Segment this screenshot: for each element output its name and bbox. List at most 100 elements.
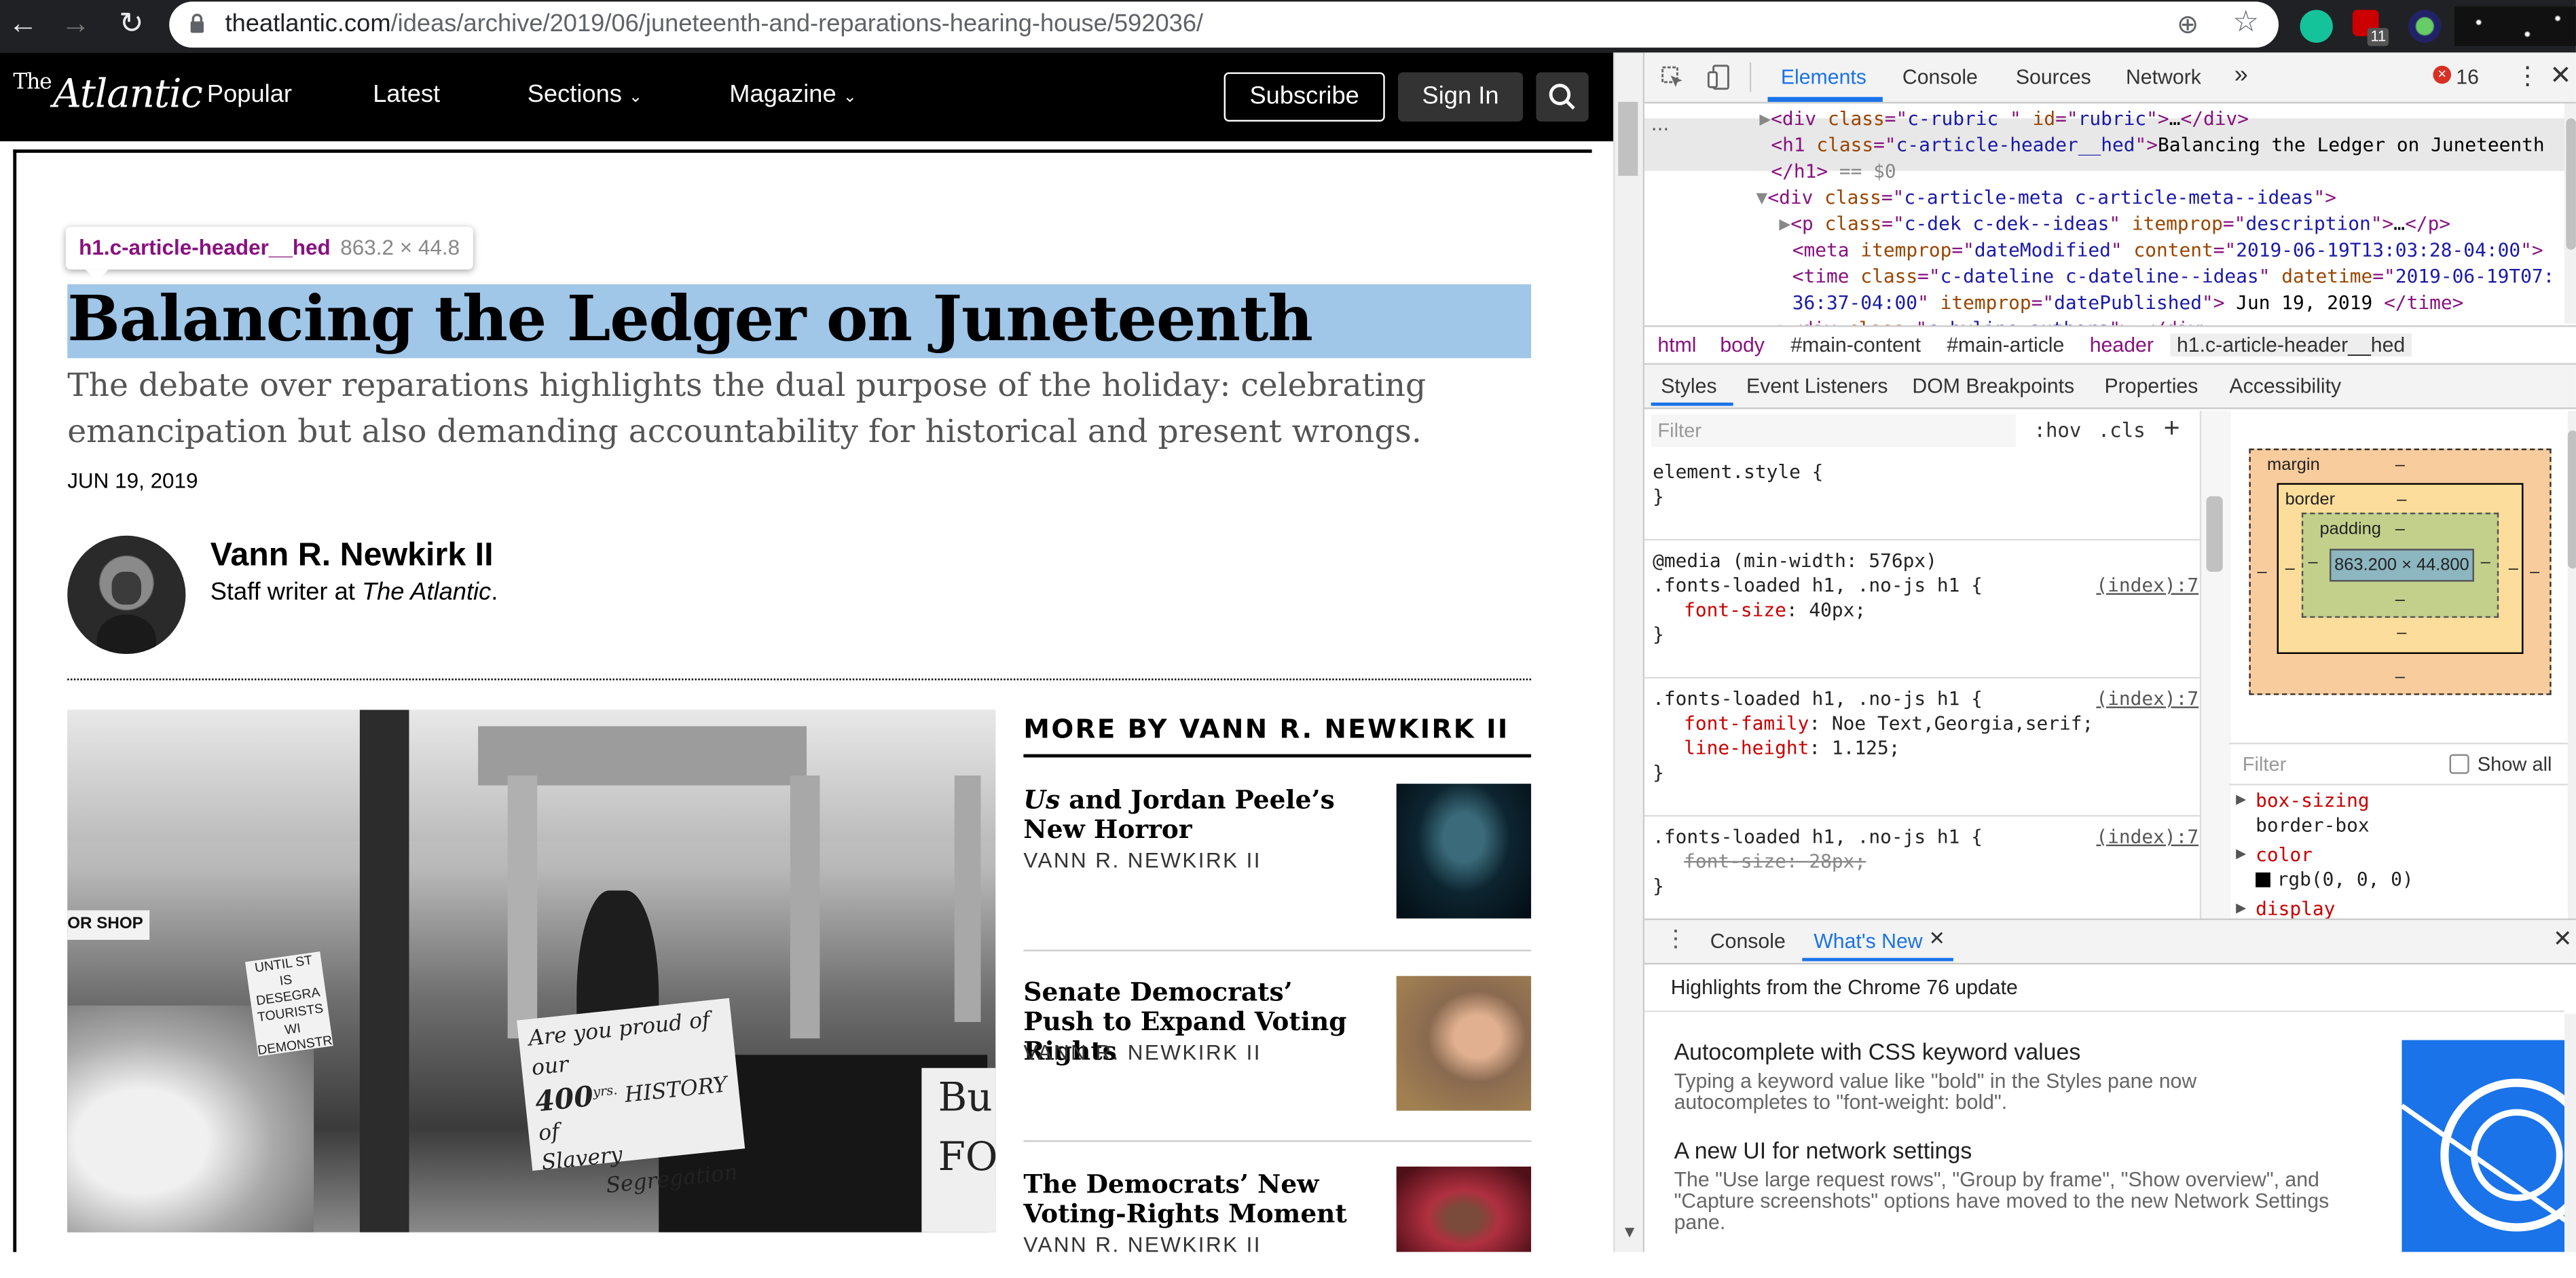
css-selector[interactable]: .fonts-loaded h1, .no-js h1 {: [1653, 825, 1983, 850]
related-article-thumbnail[interactable]: [1396, 784, 1532, 919]
expand-triangle-icon[interactable]: ▶: [2236, 900, 2246, 915]
bookmark-star-icon[interactable]: ☆: [2232, 5, 2259, 39]
expand-triangle-icon[interactable]: ▶: [2236, 846, 2246, 861]
dom-node-line[interactable]: </h1> == $0: [1771, 158, 2576, 184]
tab-styles[interactable]: Styles: [1661, 375, 1716, 398]
profile-avatar[interactable]: [2454, 6, 2576, 46]
computed-filter-input[interactable]: Filter: [2243, 752, 2287, 775]
color-swatch[interactable]: [2256, 872, 2270, 888]
nav-latest[interactable]: Latest: [373, 81, 440, 109]
tab-accessibility[interactable]: Accessibility: [2229, 375, 2341, 398]
page-scrollbar[interactable]: [1613, 52, 1645, 1252]
whats-new-item-title[interactable]: A new UI for network settings: [1674, 1137, 1972, 1163]
css-selector[interactable]: }: [1653, 623, 1664, 647]
css-declaration[interactable]: line-height: 1.125;: [1684, 736, 1900, 761]
tab-elements[interactable]: Elements: [1781, 66, 1866, 89]
box-model-content[interactable]: 863.200 × 44.800: [2329, 549, 2474, 582]
computed-scrollbar-thumb[interactable]: [2567, 430, 2576, 569]
class-toggle[interactable]: .cls: [2098, 419, 2146, 442]
scroll-down-icon[interactable]: ▼: [1621, 1224, 1638, 1243]
crumb-h1[interactable]: h1.c-article-header__hed: [2170, 333, 2412, 357]
nav-sections[interactable]: Sections ⌄: [528, 81, 643, 109]
device-toolbar-icon[interactable]: [1707, 64, 1730, 90]
related-article-author[interactable]: VANN R. NEWKIRK II: [1023, 848, 1262, 873]
back-icon[interactable]: ←: [7, 7, 39, 39]
dom-node-line[interactable]: <meta itemprop="dateModified" content="2…: [1792, 236, 2576, 263]
drawer-scrollbar[interactable]: [2564, 1013, 2576, 1252]
rule-source-link[interactable]: (index):7: [2096, 687, 2198, 710]
dom-node-line[interactable]: <h1 class="c-article-header__hed">Balanc…: [1771, 132, 2576, 158]
dom-node-line[interactable]: ▼<div class="c-article-meta c-article-me…: [1756, 184, 2576, 211]
drawer-tab-whats-new[interactable]: What's New: [1814, 930, 1922, 953]
rule-source-link[interactable]: (index):7: [2096, 573, 2198, 596]
hover-state-toggle[interactable]: :hov: [2034, 419, 2081, 442]
nav-magazine[interactable]: Magazine ⌄: [729, 81, 857, 109]
extension-icon[interactable]: [2408, 10, 2442, 43]
tab-dom-breakpoints[interactable]: DOM Breakpoints: [1912, 375, 2074, 398]
tab-event-listeners[interactable]: Event Listeners: [1746, 375, 1888, 398]
nav-popular[interactable]: Popular: [207, 81, 292, 109]
dom-node-line[interactable]: ▶<p class="c-dek c-dek--ideas" itemprop=…: [1779, 211, 2576, 237]
css-selector[interactable]: .fonts-loaded h1, .no-js h1 {: [1653, 573, 1983, 598]
tab-console[interactable]: Console: [1902, 66, 1978, 89]
rule-source-link[interactable]: (index):7: [2096, 825, 2198, 848]
sign-in-button[interactable]: Sign In: [1398, 72, 1523, 122]
css-declaration[interactable]: font-family: Noe Text,Georgia,serif;: [1684, 712, 2093, 736]
url-text[interactable]: theatlantic.com/ideas/archive/2019/06/ju…: [225, 10, 1203, 38]
css-selector[interactable]: @media (min-width: 576px): [1653, 549, 1937, 573]
site-logo[interactable]: The Atlantic: [13, 71, 202, 117]
crumb-header[interactable]: header: [2090, 333, 2154, 357]
drawer-menu-icon[interactable]: ⋮: [1664, 925, 1687, 953]
css-declaration[interactable]: font-size: 28px;: [1684, 850, 1866, 874]
css-selector[interactable]: .fonts-loaded h1, .no-js h1 {: [1653, 687, 1983, 711]
tab-properties[interactable]: Properties: [2105, 375, 2198, 398]
dom-tree[interactable]: ▶<div class="c-rubric " id="rubric">…</d…: [1644, 103, 2564, 340]
reload-icon[interactable]: ↻: [115, 7, 147, 39]
css-selector[interactable]: }: [1653, 761, 1664, 785]
error-count[interactable]: 16: [2456, 66, 2479, 89]
close-drawer-icon[interactable]: ✕: [2553, 925, 2572, 953]
css-selector[interactable]: element.style {: [1653, 460, 1823, 484]
related-article-title[interactable]: Us and Jordan Peele’s New Horror: [1023, 784, 1360, 845]
dom-node-line[interactable]: <time class="c-dateline c-dateline--idea…: [1792, 263, 2576, 289]
styles-filter-input[interactable]: Filter: [1651, 414, 2016, 448]
crumb-main-content[interactable]: #main-content: [1790, 333, 1921, 357]
dom-node-line[interactable]: 36:37-04:00" itemprop="datePublished"> J…: [1792, 289, 2576, 316]
close-tab-icon[interactable]: ✕: [1929, 927, 1945, 950]
more-options-icon[interactable]: ⋮: [2515, 61, 2539, 90]
drawer-tab-console[interactable]: Console: [1710, 930, 1786, 953]
crumb-main-article[interactable]: #main-article: [1947, 333, 2064, 357]
address-bar[interactable]: theatlantic.com/ideas/archive/2019/06/ju…: [169, 1, 2279, 48]
dom-scrollbar-thumb[interactable]: [2566, 118, 2576, 250]
tab-sources[interactable]: Sources: [2016, 66, 2091, 89]
related-article-author[interactable]: VANN R. NEWKIRK II: [1023, 1040, 1262, 1065]
add-icon[interactable]: ⊕: [2177, 8, 2198, 41]
new-rule-icon[interactable]: +: [2164, 412, 2180, 445]
expand-triangle-icon[interactable]: ▶: [2236, 792, 2246, 807]
close-icon[interactable]: ✕: [2550, 59, 2571, 92]
crumb-html[interactable]: html: [1657, 333, 1696, 357]
show-all-checkbox[interactable]: [2449, 754, 2469, 774]
css-selector[interactable]: }: [1653, 874, 1664, 898]
dom-node-line[interactable]: ▶<div class="c-rubric " id="rubric">…</d…: [1759, 105, 2576, 132]
page-scrollbar-thumb[interactable]: [1618, 102, 1638, 176]
related-article-author[interactable]: VANN R. NEWKIRK II: [1023, 1233, 1262, 1252]
author-name[interactable]: Vann R. Newkirk II: [210, 537, 494, 575]
search-button[interactable]: [1536, 72, 1589, 122]
css-selector[interactable]: }: [1653, 485, 1664, 509]
crumb-body[interactable]: body: [1720, 333, 1765, 357]
subscribe-button[interactable]: Subscribe: [1223, 72, 1385, 122]
computed-property-name[interactable]: box-sizing: [2256, 788, 2370, 813]
inspect-element-icon[interactable]: [1661, 66, 1684, 89]
related-article-title[interactable]: The Democrats’ New Voting-Rights Moment: [1023, 1169, 1360, 1229]
forward-icon[interactable]: →: [59, 7, 92, 39]
computed-property-name[interactable]: color: [2256, 843, 2313, 867]
styles-scrollbar-thumb[interactable]: [2206, 496, 2223, 572]
error-icon[interactable]: ×: [2433, 65, 2452, 84]
related-article-thumbnail[interactable]: [1396, 976, 1532, 1111]
styles-scrollbar[interactable]: [2199, 410, 2231, 963]
author-avatar[interactable]: [67, 535, 186, 655]
whats-new-item-title[interactable]: Autocomplete with CSS keyword values: [1674, 1038, 2081, 1065]
grammarly-extension-icon[interactable]: [2300, 10, 2333, 43]
more-tabs-icon[interactable]: »: [2234, 61, 2248, 89]
